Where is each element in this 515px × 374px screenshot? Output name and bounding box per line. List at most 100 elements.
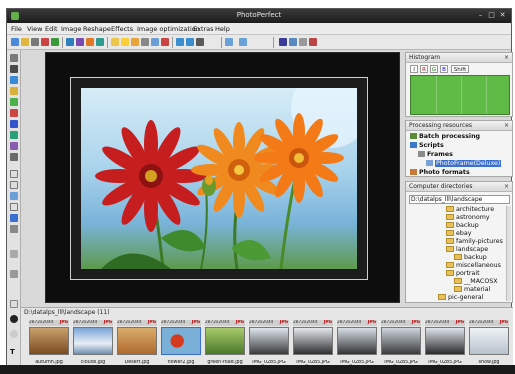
menu-extras[interactable]: Extras	[193, 25, 214, 33]
thumbnail-selected[interactable]: 2872x2044 JPG flower2.jpg	[161, 320, 201, 370]
scripts-icon[interactable]	[76, 38, 84, 46]
resize-icon[interactable]	[141, 38, 149, 46]
menu-image[interactable]: Image	[61, 25, 81, 33]
save-icon[interactable]	[31, 38, 39, 46]
folder-item[interactable]: ebay	[446, 230, 471, 237]
shape-tool-icon[interactable]	[10, 214, 18, 222]
ellipse-select-icon[interactable]	[10, 181, 18, 189]
thumbnail[interactable]: 2872x2044 JPG IMG_0285.JPG	[425, 320, 465, 370]
brush-tool-icon[interactable]	[10, 87, 18, 95]
frames-icon[interactable]	[86, 38, 94, 46]
directories-scrollbar[interactable]	[506, 206, 511, 301]
menu-image-optimization[interactable]: Image optimization	[137, 25, 200, 33]
folder-item[interactable]: miscellaneous	[446, 262, 501, 269]
maximize-icon[interactable]: □	[487, 11, 496, 19]
folder-item[interactable]: __MACOSX	[454, 278, 498, 285]
folder-item[interactable]: portrait	[446, 270, 480, 277]
line-tool-icon[interactable]	[10, 203, 18, 211]
crop-icon[interactable]	[111, 38, 119, 46]
thumbnail[interactable]: 2872x2044 JPG IMG_0285.JPG	[381, 320, 421, 370]
delete-icon[interactable]	[309, 38, 317, 46]
brightness-icon[interactable]	[131, 38, 139, 46]
tree-item-frames[interactable]: Frames	[418, 151, 453, 158]
menu-view[interactable]: View	[27, 25, 42, 33]
menu-reshape[interactable]: Reshape	[83, 25, 111, 33]
folder-item[interactable]: backup	[454, 254, 487, 261]
text-tool-icon[interactable]	[10, 192, 18, 200]
measure-tool-icon[interactable]	[10, 270, 18, 278]
gradient-tool-icon[interactable]	[10, 142, 18, 150]
thumbnail[interactable]: 2872x2044 JPG Desert.jpg	[117, 320, 157, 370]
fit-window-icon[interactable]	[196, 38, 204, 46]
channel-i-button[interactable]: I	[410, 65, 418, 73]
close-icon[interactable]: ×	[504, 122, 509, 129]
clone-tool-icon[interactable]	[10, 120, 18, 128]
move-tool-icon[interactable]	[10, 54, 18, 62]
redeye-icon[interactable]	[161, 38, 169, 46]
fill-tool-icon[interactable]	[10, 131, 18, 139]
thumbnail[interactable]: 2872x2044 JPG IMG_0285.JPG	[249, 320, 289, 370]
wand-tool-icon[interactable]	[10, 76, 18, 84]
redeye-tool-icon[interactable]	[10, 109, 18, 117]
folder-item[interactable]: family-pictures	[446, 238, 503, 245]
menu-help[interactable]: Help	[215, 25, 230, 33]
type-icon[interactable]: T	[10, 348, 18, 356]
grid-tool-icon[interactable]	[10, 250, 18, 258]
close-icon[interactable]: ×	[504, 54, 509, 61]
thumbnail[interactable]: 2872x2044 JPG autumn.jpg	[29, 320, 69, 370]
folder-item[interactable]: material	[454, 286, 490, 293]
print-icon[interactable]	[41, 38, 49, 46]
image-canvas[interactable]	[45, 52, 400, 303]
eraser-tool-icon[interactable]	[10, 153, 18, 161]
scan-icon[interactable]	[51, 38, 59, 46]
menu-edit[interactable]: Edit	[45, 25, 58, 33]
foreground-color-icon[interactable]	[10, 300, 18, 308]
folder-item-selected[interactable]: landscape	[446, 246, 488, 253]
folder-item[interactable]: astronomy	[446, 214, 490, 221]
lasso-tool-icon[interactable]	[10, 65, 18, 73]
thumbnail-image	[29, 327, 69, 355]
folder-item[interactable]: backup	[446, 222, 479, 229]
swap-colors-icon[interactable]	[10, 330, 18, 338]
redo-icon[interactable]	[239, 38, 247, 46]
thumbnail[interactable]: 2872x2044 JPG snow.jpg	[469, 320, 509, 370]
thumbnail[interactable]: 2872x2044 JPG IMG_0285.JPG	[337, 320, 377, 370]
open-folder-icon[interactable]	[21, 38, 29, 46]
rect-select-icon[interactable]	[10, 170, 18, 178]
folder-item[interactable]: pic-general	[438, 294, 483, 301]
directory-path-field[interactable]: D:\datalps_lll\landscape	[409, 195, 510, 204]
rotate-icon[interactable]	[151, 38, 159, 46]
shift-button[interactable]: Shift	[451, 65, 469, 73]
photo-format-icon	[410, 169, 417, 175]
tree-item-scripts[interactable]: Scripts	[410, 142, 444, 149]
tree-item-photo-formats[interactable]: Photo formats	[410, 169, 470, 176]
channel-r-button[interactable]: R	[420, 65, 428, 73]
batch-icon[interactable]	[66, 38, 74, 46]
close-icon[interactable]: ✕	[498, 11, 507, 19]
directories-title: Computer directories	[409, 183, 473, 190]
new-file-icon[interactable]	[11, 38, 19, 46]
tree-item-batch-processing[interactable]: Batch processing	[410, 133, 480, 140]
thumbnail[interactable]: 2872x2044 JPG IMG_0285.JPG	[293, 320, 333, 370]
selection-icon[interactable]	[121, 38, 129, 46]
tree-item-photoframe[interactable]: PhotoFrame(Deluxe)	[426, 160, 502, 167]
save-as-icon[interactable]	[279, 38, 287, 46]
copy-icon[interactable]	[289, 38, 297, 46]
menu-file[interactable]: File	[11, 25, 22, 33]
export-icon[interactable]	[96, 38, 104, 46]
undo-icon[interactable]	[225, 38, 233, 46]
close-icon[interactable]: ×	[504, 183, 509, 190]
thumbnail[interactable]: 2872x2044 JPG clouds.jpg	[73, 320, 113, 370]
hand-tool-icon[interactable]	[10, 225, 18, 233]
background-color-icon[interactable]	[10, 315, 18, 323]
minimize-icon[interactable]: –	[476, 11, 485, 19]
folder-item[interactable]: architecture	[446, 206, 494, 213]
color-tool-icon[interactable]	[10, 98, 18, 106]
zoom-out-icon[interactable]	[186, 38, 194, 46]
paste-icon[interactable]	[299, 38, 307, 46]
channel-b-button[interactable]: B	[440, 65, 448, 73]
zoom-in-icon[interactable]	[176, 38, 184, 46]
channel-g-button[interactable]: G	[430, 65, 438, 73]
thumbnail[interactable]: 2872x2044 JPG green-road.jpg	[205, 320, 245, 370]
menu-effects[interactable]: Effects	[111, 25, 133, 33]
